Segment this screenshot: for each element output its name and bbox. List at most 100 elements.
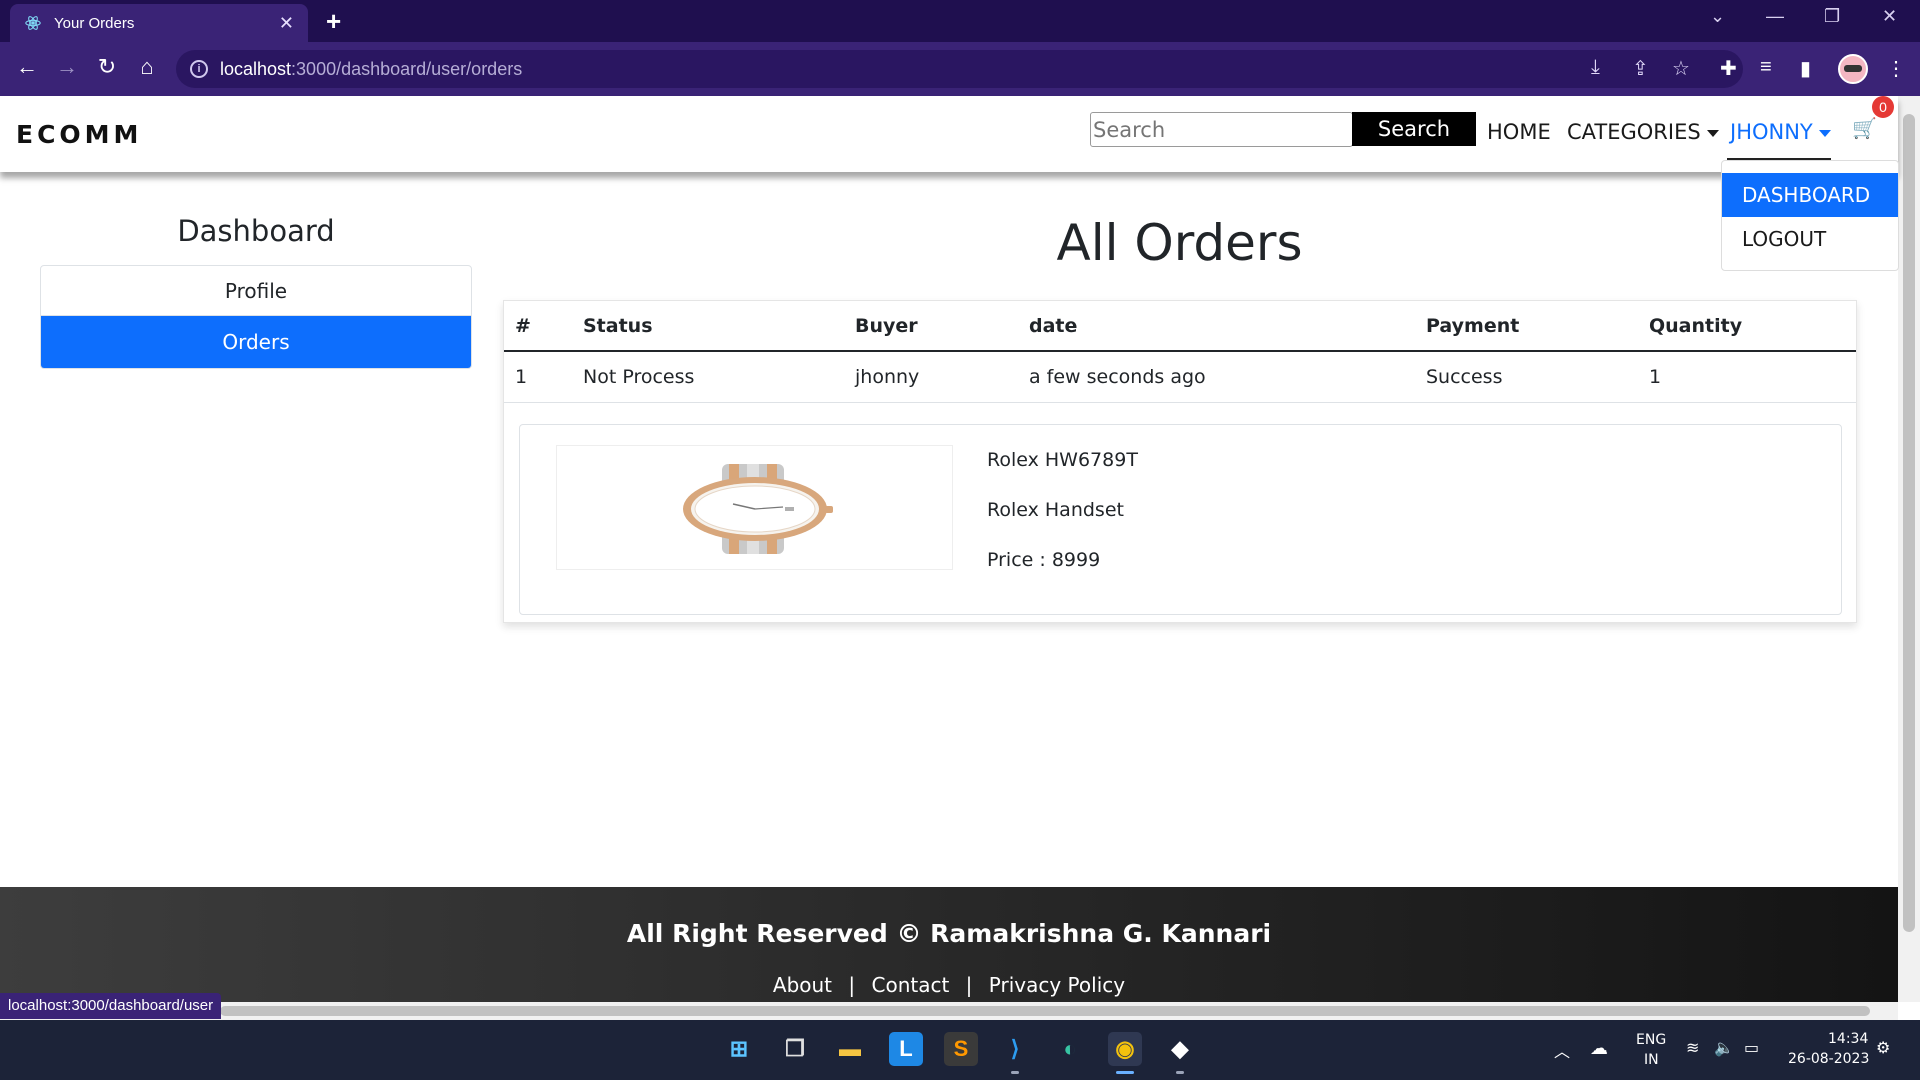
brand-logo[interactable]: ECOMM (16, 120, 142, 149)
cell-status: Not Process (583, 366, 695, 388)
sidebar-menu: Profile Orders (40, 265, 472, 369)
language-line-2[interactable]: IN (1644, 1052, 1659, 1068)
cell-date: a few seconds ago (1029, 366, 1206, 388)
vertical-scroll-thumb[interactable] (1903, 114, 1915, 932)
volume-icon[interactable]: 🔈 (1714, 1038, 1734, 1057)
product-image (556, 445, 953, 570)
column-header-payment: Payment (1426, 315, 1520, 337)
running-indicator (1011, 1071, 1019, 1074)
sublime-text-icon[interactable]: S (944, 1032, 978, 1066)
product-description: Rolex Handset (987, 499, 1124, 521)
profile-avatar[interactable] (1838, 54, 1868, 84)
notification-icon[interactable]: ⚙ (1876, 1038, 1890, 1057)
column-header-quantity: Quantity (1649, 315, 1743, 337)
side-panel-icon[interactable]: ▮ (1800, 56, 1811, 81)
column-header-number: # (515, 315, 531, 337)
minimize-icon[interactable]: — (1766, 6, 1784, 27)
cell-payment: Success (1426, 366, 1503, 388)
footer-copyright: All Right Reserved © Ramakrishna G. Kann… (626, 919, 1272, 948)
cart-icon[interactable]: 🛒 (1852, 116, 1877, 141)
site-footer: All Right Reserved © Ramakrishna G. Kann… (0, 887, 1898, 1002)
react-icon (25, 16, 41, 30)
nav-user-dropdown[interactable]: JHONNY (1730, 120, 1831, 144)
tab-close-icon[interactable]: ✕ (279, 13, 294, 34)
chrome-icon[interactable]: ◉ (1108, 1032, 1142, 1066)
search-input[interactable] (1090, 112, 1353, 147)
tab-search-chevron-icon[interactable]: ⌄ (1710, 6, 1725, 27)
bookmark-star-icon[interactable]: ☆ (1672, 56, 1690, 81)
search-button[interactable]: Search (1352, 112, 1476, 146)
menu-item-dashboard[interactable]: DASHBOARD (1722, 173, 1898, 217)
user-label: JHONNY (1730, 120, 1813, 144)
edge-icon[interactable]: ◐ (1053, 1032, 1087, 1066)
footer-link-about[interactable]: About (773, 973, 832, 997)
product-price: Price : 8999 (987, 549, 1101, 571)
footer-link-privacy-policy[interactable]: Privacy Policy (989, 973, 1125, 997)
close-window-icon[interactable]: ✕ (1882, 6, 1897, 27)
task-view-icon[interactable]: ❐ (778, 1032, 812, 1066)
site-info-icon[interactable]: i (190, 60, 208, 78)
active-indicator (1116, 1071, 1134, 1074)
caret-down-icon (1706, 129, 1719, 137)
url-path: :3000/dashboard/user/orders (291, 58, 523, 79)
share-icon[interactable]: ⇪ (1632, 56, 1649, 81)
app-l-icon[interactable]: L (889, 1032, 923, 1066)
footer-links: About | Contact | Privacy Policy (0, 973, 1898, 997)
windows-start-icon[interactable]: ⊞ (722, 1032, 756, 1066)
media-playlist-icon[interactable]: ≡ (1760, 56, 1772, 79)
extensions-puzzle-icon[interactable]: ✚ (1720, 56, 1737, 81)
tray-overflow-chevron-icon[interactable]: ︿ (1554, 1038, 1570, 1062)
browser-titlebar: Your Orders ✕ + ⌄ — ❐ ✕ (0, 0, 1920, 42)
cell-quantity: 1 (1649, 366, 1662, 388)
menu-item-logout[interactable]: LOGOUT (1722, 217, 1898, 261)
onedrive-cloud-icon[interactable]: ☁ (1590, 1038, 1608, 1059)
sidebar-item-profile[interactable]: Profile (41, 266, 471, 316)
battery-icon[interactable]: ▭ (1744, 1038, 1759, 1057)
sidebar-title: Dashboard (177, 214, 335, 248)
cart-count-badge: 0 (1872, 96, 1894, 118)
orders-table-header: # Status Buyer date Payment Quantity (504, 301, 1856, 352)
restore-icon[interactable]: ❐ (1824, 6, 1840, 27)
cell-buyer: jhonny (855, 366, 920, 388)
address-bar[interactable]: i localhost:3000/dashboard/user/orders (176, 50, 1743, 88)
footer-separator: | (965, 973, 973, 997)
forward-icon[interactable]: → (52, 54, 82, 80)
file-explorer-icon[interactable]: ▬ (833, 1032, 867, 1066)
app-navbar: ECOMM Search HOME CATEGORIES JHONNY 🛒 0 (0, 96, 1898, 172)
new-tab-button[interactable]: + (326, 6, 341, 37)
sidebar-item-orders[interactable]: Orders (41, 316, 471, 368)
nav-categories-dropdown[interactable]: CATEGORIES (1567, 120, 1719, 144)
vertical-scrollbar[interactable] (1898, 96, 1920, 1002)
link-status-bubble: localhost:3000/dashboard/user (0, 993, 222, 1019)
browser-tab[interactable]: Your Orders ✕ (10, 4, 308, 42)
browser-menu-icon[interactable]: ⋮ (1886, 56, 1906, 81)
product-name: Rolex HW6789T (987, 449, 1138, 471)
install-app-icon[interactable]: ⤓ (1591, 56, 1600, 79)
url-host: localhost (220, 58, 292, 79)
running-indicator (1176, 1071, 1184, 1074)
horizontal-scrollbar[interactable] (0, 1002, 1898, 1020)
caret-down-icon (1818, 129, 1831, 137)
vscode-icon[interactable]: ⟩ (998, 1032, 1032, 1066)
home-icon[interactable]: ⌂ (132, 54, 162, 80)
wifi-icon[interactable]: ≋ (1686, 1038, 1699, 1057)
order-card: # Status Buyer date Payment Quantity 1 N… (503, 300, 1857, 623)
footer-link-contact[interactable]: Contact (872, 973, 950, 997)
language-line-1[interactable]: ENG (1636, 1032, 1666, 1048)
clock-date[interactable]: 26-08-2023 (1788, 1051, 1869, 1067)
column-header-date: date (1029, 315, 1078, 337)
watch-icon (683, 464, 833, 554)
table-row: 1 Not Process jhonny a few seconds ago S… (504, 352, 1856, 403)
page-title: All Orders (1056, 214, 1303, 272)
back-icon[interactable]: ← (12, 54, 42, 80)
footer-separator: | (848, 973, 856, 997)
reload-icon[interactable]: ↻ (92, 54, 122, 80)
windows-taskbar: ⊞ ❐ ▬ L S ⟩ ◐ ◉ ◆ ︿ ☁ ENG IN ≋ 🔈 ▭ 14:34… (0, 1020, 1920, 1080)
nav-home-link[interactable]: HOME (1487, 120, 1551, 144)
horizontal-scroll-thumb[interactable] (220, 1006, 1870, 1016)
mongodb-compass-icon[interactable]: ◆ (1163, 1032, 1197, 1066)
column-header-status: Status (583, 315, 653, 337)
browser-toolbar: ← → ↻ ⌂ i localhost:3000/dashboard/user/… (0, 42, 1920, 96)
clock-time[interactable]: 14:34 (1828, 1031, 1868, 1047)
user-dropdown-menu: DASHBOARD LOGOUT (1721, 160, 1899, 271)
